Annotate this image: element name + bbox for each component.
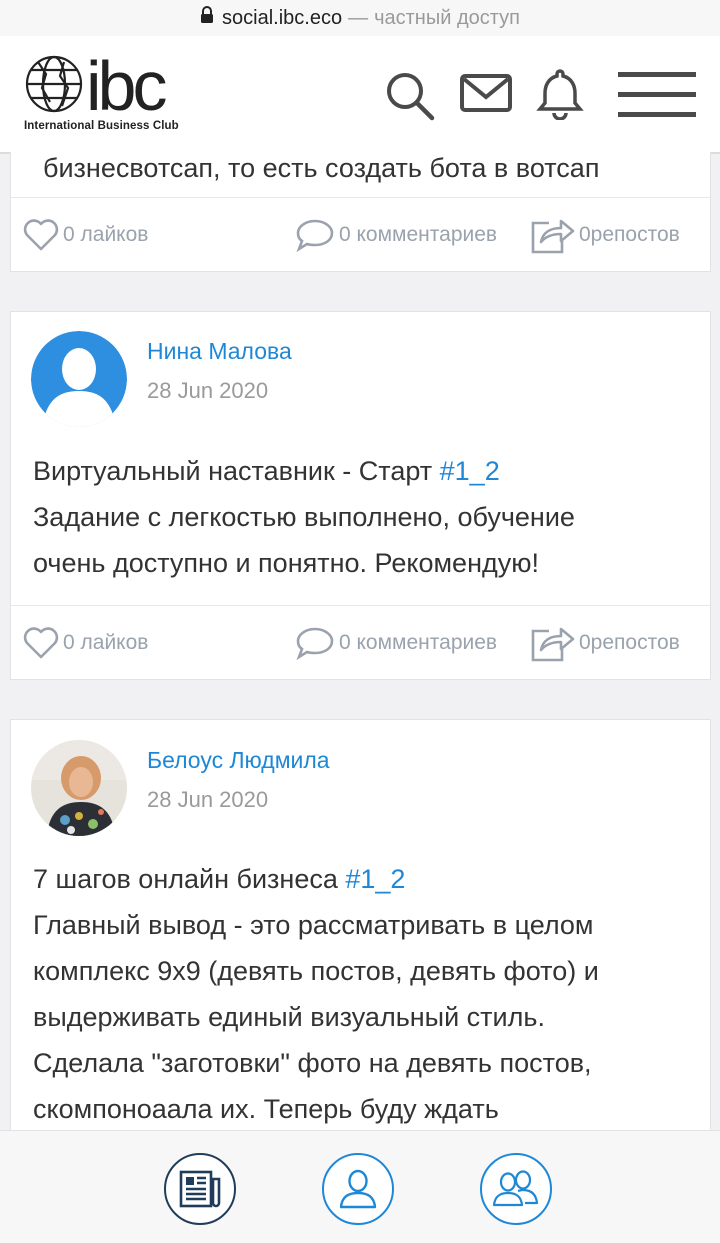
- bottom-nav: [0, 1130, 720, 1243]
- post-text-line: Главный вывод - это рассматривать в цело…: [33, 910, 594, 940]
- post-card: бизнесвотсап, то есть создать бота в вот…: [10, 152, 711, 272]
- menu-icon[interactable]: [618, 72, 696, 123]
- post-text-line: очень доступно и понятно. Рекомендую!: [33, 548, 539, 578]
- mail-icon[interactable]: [460, 74, 512, 119]
- repost-button[interactable]: 0репостов: [529, 198, 680, 272]
- post-date: 28 Jun 2020: [147, 787, 269, 812]
- feed[interactable]: бизнесвотсап, то есть создать бота в вот…: [0, 152, 720, 1130]
- likes-count: 0 лайков: [63, 223, 149, 246]
- logo-tagline: International Business Club: [24, 120, 179, 132]
- comment-icon: [296, 627, 334, 660]
- post-body: 7 шагов онлайн бизнеса #1_2 Главный выво…: [11, 856, 710, 1130]
- svg-text:ibc: ibc: [86, 54, 166, 116]
- post-text: бизнесвотсап, то есть создать бота в вот…: [43, 153, 600, 183]
- nav-profile-button[interactable]: [322, 1153, 394, 1225]
- browser-url-bar[interactable]: social.ibc.eco — частный доступ: [0, 0, 720, 36]
- ibc-logo[interactable]: ibc: [24, 47, 194, 125]
- post-text-line: 7 шагов онлайн бизнеса #1_2: [33, 864, 406, 894]
- avatar[interactable]: [31, 740, 127, 836]
- url-access-label: частный доступ: [374, 6, 520, 29]
- post-author[interactable]: Белоус Людмила: [147, 747, 330, 774]
- like-button[interactable]: 0 лайков: [23, 198, 148, 272]
- avatar[interactable]: [31, 331, 127, 427]
- bell-icon[interactable]: [536, 68, 584, 125]
- search-icon[interactable]: [384, 70, 436, 127]
- post-actions: 0 лайков 0 комментариев 0репостов: [11, 197, 710, 272]
- likes-count: 0 лайков: [63, 631, 149, 654]
- news-icon: [179, 1170, 221, 1208]
- like-button[interactable]: 0 лайков: [23, 606, 148, 680]
- comment-button[interactable]: 0 комментариев: [295, 606, 497, 680]
- comments-count: 0 комментариев: [339, 631, 498, 654]
- share-icon: [531, 219, 575, 254]
- comment-icon: [296, 219, 334, 252]
- post-actions: 0 лайков 0 комментариев 0репостов: [11, 605, 710, 680]
- post-author[interactable]: Нина Малова: [147, 338, 292, 365]
- heart-icon: [23, 219, 59, 251]
- post-text-line: выдерживать единый визуальный стиль.: [33, 1002, 545, 1032]
- group-icon: [492, 1170, 539, 1207]
- post-body: Виртуальный наставник - Старт #1_2 Задан…: [11, 448, 710, 586]
- post-card: Нина Малова 28 Jun 2020 Виртуальный наст…: [10, 311, 711, 680]
- post-text-line: скомпоноаала их. Теперь буду ждать: [33, 1094, 499, 1124]
- reposts-count: 0репостов: [579, 631, 680, 654]
- hashtag-link[interactable]: #1_2: [345, 864, 405, 894]
- nav-news-button[interactable]: [164, 1153, 236, 1225]
- url-host: social.ibc.eco: [222, 6, 343, 29]
- heart-icon: [23, 627, 59, 659]
- post-date: 28 Jun 2020: [147, 378, 269, 403]
- comment-button[interactable]: 0 комментариев: [295, 198, 497, 272]
- post-text-line: Сделала "заготовки" фото на девять посто…: [33, 1048, 592, 1078]
- profile-icon: [339, 1169, 377, 1209]
- repost-button[interactable]: 0репостов: [529, 606, 680, 680]
- share-icon: [531, 627, 575, 662]
- url-separator: —: [348, 6, 369, 29]
- post-text-line: Виртуальный наставник - Старт #1_2: [33, 456, 500, 486]
- site-header: ibc International Business Club: [0, 36, 720, 154]
- globe-icon: [25, 55, 83, 113]
- post-text-line: Задание с легкостью выполнено, обучение: [33, 502, 575, 532]
- lock-icon: [200, 6, 214, 30]
- post-card: Белоус Людмила 28 Jun 2020 7 шагов онлай…: [10, 719, 711, 1130]
- reposts-count: 0репостов: [579, 223, 680, 246]
- hashtag-link[interactable]: #1_2: [440, 456, 500, 486]
- post-text-line: комплекс 9х9 (девять постов, девять фото…: [33, 956, 599, 986]
- comments-count: 0 комментариев: [339, 223, 498, 246]
- nav-group-button[interactable]: [480, 1153, 552, 1225]
